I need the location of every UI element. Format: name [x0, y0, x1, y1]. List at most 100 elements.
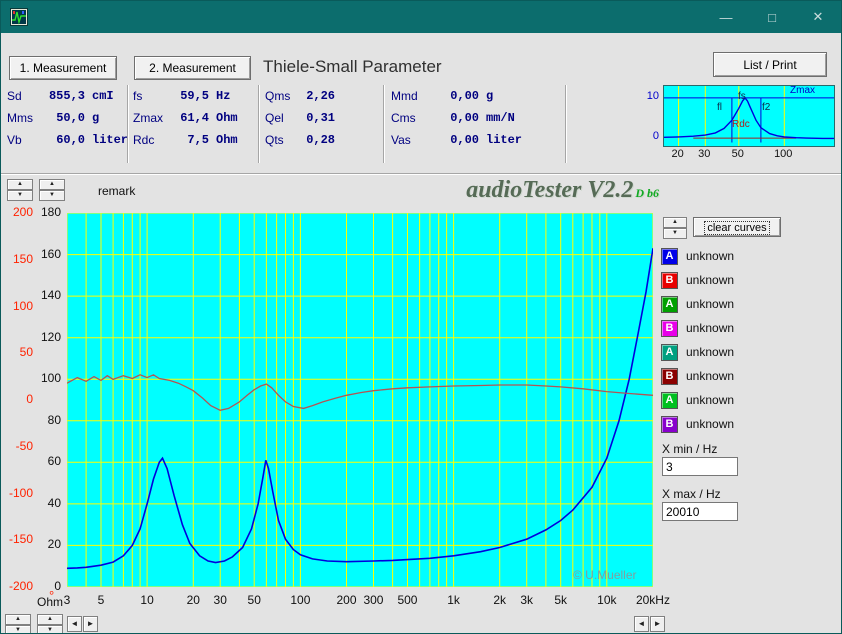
legend-color-swatch: B	[661, 415, 678, 433]
spin-up-icon[interactable]: ▲	[39, 179, 65, 190]
ohm-axis-tick: 60	[47, 454, 61, 469]
app-icon[interactable]	[10, 8, 28, 26]
xmax-input[interactable]	[662, 502, 738, 521]
bottom-left-spinner-1[interactable]: ▲ ▼	[5, 614, 31, 633]
parameter-unit: mm/N	[486, 111, 515, 125]
logo-text: audioTester V2.2	[466, 177, 634, 203]
ohm-axis-tick: 180	[40, 205, 61, 219]
legend-color-swatch: A	[661, 391, 678, 409]
parameter-label: Vas	[391, 133, 411, 147]
minimize-icon[interactable]: —	[703, 1, 749, 33]
parameter-label: Qms	[265, 89, 291, 103]
list-print-button[interactable]: List / Print	[713, 52, 827, 77]
x-scroll-left-icon[interactable]: ◄	[634, 616, 649, 632]
x-axis-tick: 20kHz	[635, 593, 670, 607]
parameter-value: 855,3	[48, 89, 85, 103]
x-axis-tick: 10k	[597, 593, 617, 607]
legend-color-swatch: A	[661, 247, 678, 265]
parameter-unit: liter	[486, 133, 523, 147]
ohm-axis-unit: Ohm	[36, 595, 63, 609]
parameter-value: 50,0	[56, 111, 85, 125]
parameter-row: Mms 50,0 g	[7, 107, 128, 129]
y-ohm-scale-spinner[interactable]: ▲ ▼	[39, 179, 65, 201]
legend-item[interactable]: Aunknown	[661, 390, 734, 410]
phase-axis-tick: -200	[8, 579, 33, 593]
impedance-schematic-thumbnail: 10 0 Zmax fs fl f2 Rdc 20 30 50 100	[641, 84, 841, 164]
legend-item[interactable]: Aunknown	[661, 342, 734, 362]
legend-label: unknown	[686, 321, 735, 335]
bottom-left-spinner-2[interactable]: ▲ ▼	[37, 614, 63, 633]
spin-up-icon[interactable]: ▲	[7, 179, 33, 190]
curve-select-spinner[interactable]: ▲ ▼	[663, 217, 687, 239]
parameter-group-compliance: Mmd 0,00 g Cms 0,00 mm/N Vas 0,00 liter	[391, 85, 522, 151]
legend-color-swatch: B	[661, 319, 678, 337]
legend-color-swatch: A	[661, 295, 678, 313]
fs-label: fs	[738, 91, 746, 102]
measurement-2-button[interactable]: 2. Measurement	[134, 56, 251, 80]
parameter-value: 7,5	[187, 133, 209, 147]
parameter-value: 0,00	[450, 111, 479, 125]
parameter-row: Sd 855,3 cmI	[7, 85, 128, 107]
legend-item[interactable]: Bunknown	[661, 270, 734, 290]
scroll-right-icon[interactable]: ►	[83, 616, 98, 632]
parameter-unit: g	[486, 89, 494, 103]
ohm-axis-tick: 0	[54, 579, 61, 593]
parameter-label: Sd	[7, 89, 22, 103]
legend-item[interactable]: Aunknown	[661, 246, 734, 266]
spin-down-icon[interactable]: ▼	[37, 625, 63, 633]
divider	[127, 85, 129, 163]
phase-axis-tick: 50	[19, 345, 33, 360]
x-axis-tick: 10	[140, 593, 154, 607]
legend-item[interactable]: Bunknown	[661, 318, 734, 338]
clear-curves-button[interactable]: clear curves	[693, 217, 781, 237]
legend-label: unknown	[686, 417, 735, 431]
xmax-label: X max / Hz	[662, 487, 721, 501]
legend-label: unknown	[686, 297, 735, 311]
mini-x-tick: 50	[731, 148, 744, 160]
y-phase-scale-spinner[interactable]: ▲ ▼	[7, 179, 33, 201]
spin-up-icon[interactable]: ▲	[37, 614, 63, 625]
parameter-label: Qel	[265, 111, 284, 125]
legend-item[interactable]: Bunknown	[661, 414, 734, 434]
parameter-row: Vb 60,0 liter	[7, 129, 128, 151]
copyright-watermark: © U.Mueller	[573, 568, 637, 582]
spin-up-icon[interactable]: ▲	[663, 217, 687, 228]
parameter-row: fs 59,5 Hz	[133, 85, 238, 107]
zmax-label: Zmax	[790, 85, 815, 96]
ohm-axis-tick: 140	[40, 288, 61, 303]
parameter-value: 0,00	[450, 133, 479, 147]
phase-axis-tick: 0	[26, 392, 33, 406]
legend-item[interactable]: Aunknown	[661, 294, 734, 314]
x-axis-tick: 1k	[447, 593, 460, 607]
spin-down-icon[interactable]: ▼	[5, 625, 31, 633]
legend-item[interactable]: Bunknown	[661, 366, 734, 386]
close-icon[interactable]: ✕	[795, 1, 841, 33]
phase-axis-tick: -50	[15, 438, 33, 453]
phase-axis-tick: 150	[12, 251, 33, 266]
scroll-left-icon[interactable]: ◄	[67, 616, 82, 632]
x-scroll-right-icon[interactable]: ►	[650, 616, 665, 632]
mini-x-tick: 30	[698, 148, 711, 160]
parameter-value: 2,26	[306, 89, 335, 103]
titlebar: — □ ✕	[1, 1, 841, 33]
parameter-group-mechanical: Sd 855,3 cmI Mms 50,0 g Vb 60,0 liter	[7, 85, 128, 151]
parameter-label: Qts	[265, 133, 284, 147]
xmin-input[interactable]	[662, 457, 738, 476]
mini-x-tick: 100	[774, 148, 793, 160]
parameter-label: Mmd	[391, 89, 418, 103]
legend-label: unknown	[686, 273, 735, 287]
measurement-1-button[interactable]: 1. Measurement	[9, 56, 117, 80]
parameter-unit: Hz	[216, 89, 231, 103]
parameter-value: 60,0	[56, 133, 85, 147]
spin-down-icon[interactable]: ▼	[7, 190, 33, 201]
x-axis-tick: 5	[97, 593, 105, 607]
impedance-phase-chart[interactable]	[67, 213, 653, 587]
parameter-value: 0,28	[306, 133, 335, 147]
spin-down-icon[interactable]: ▼	[663, 228, 687, 239]
maximize-icon[interactable]: □	[749, 1, 795, 33]
f1-label: fl	[717, 102, 722, 113]
phase-axis-tick: 200	[12, 205, 33, 219]
spin-down-icon[interactable]: ▼	[39, 190, 65, 201]
window-controls: — □ ✕	[703, 1, 841, 33]
spin-up-icon[interactable]: ▲	[5, 614, 31, 625]
